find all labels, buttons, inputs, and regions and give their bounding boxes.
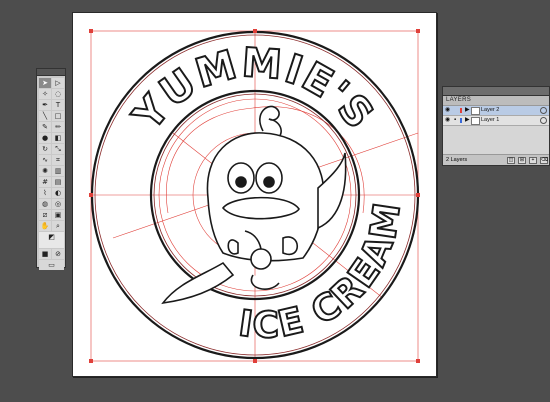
delete-layer-icon[interactable]: ⌫ bbox=[540, 157, 548, 164]
logo-artwork[interactable]: YUMMIE'S ICE CREAM bbox=[73, 13, 436, 376]
type-tool-icon[interactable]: T bbox=[52, 100, 64, 110]
expand-triangle-icon[interactable]: ▶ bbox=[465, 106, 470, 115]
color-mode-icon[interactable]: ■ bbox=[39, 249, 51, 259]
rotate-tool-icon[interactable]: ↻ bbox=[39, 144, 51, 154]
symbol-sprayer-tool-icon[interactable]: ✺ bbox=[39, 166, 51, 176]
visibility-eye-icon[interactable]: ◉ bbox=[445, 116, 453, 125]
live-paint-selection-tool-icon[interactable]: ◎ bbox=[52, 199, 64, 209]
graph-tool-icon[interactable]: ▥ bbox=[52, 166, 64, 176]
pencil-tool-icon[interactable]: ✏ bbox=[52, 122, 64, 132]
layer-name[interactable]: Layer 2 bbox=[481, 106, 499, 115]
fill-stroke-swatch-icon[interactable]: ◩ bbox=[39, 232, 64, 248]
new-layer-icon[interactable]: + bbox=[529, 157, 537, 164]
gradient-tool-icon[interactable]: ▤ bbox=[52, 177, 64, 187]
mesh-tool-icon[interactable]: # bbox=[39, 177, 51, 187]
magic-wand-tool-icon[interactable]: ✧ bbox=[39, 89, 51, 99]
layer-thumbnail bbox=[471, 107, 480, 115]
layer-target-icon[interactable] bbox=[540, 117, 547, 124]
zoom-tool-icon[interactable]: ⌕ bbox=[52, 221, 64, 231]
selection-tool-icon[interactable]: ➤ bbox=[39, 78, 51, 88]
line-tool-icon[interactable]: ╲ bbox=[39, 111, 51, 121]
eraser-tool-icon[interactable]: ◧ bbox=[52, 133, 64, 143]
artboard[interactable]: YUMMIE'S ICE CREAM bbox=[72, 12, 437, 377]
visibility-eye-icon[interactable]: ◉ bbox=[445, 106, 453, 115]
rectangle-tool-icon[interactable]: □ bbox=[52, 111, 64, 121]
blob-brush-tool-icon[interactable]: ● bbox=[39, 133, 51, 143]
paintbrush-tool-icon[interactable]: ✎ bbox=[39, 122, 51, 132]
new-sublayer-icon[interactable]: ⊞ bbox=[518, 157, 526, 164]
make-clipping-mask-icon[interactable]: ◫ bbox=[507, 157, 515, 164]
slice-tool-icon[interactable]: ⧄ bbox=[39, 210, 51, 220]
lasso-tool-icon[interactable]: ◌ bbox=[52, 89, 64, 99]
layer-count: 2 Layers bbox=[446, 157, 468, 163]
layers-tab[interactable]: LAYERS bbox=[443, 96, 549, 106]
logo-top-text: YUMMIE'S bbox=[124, 40, 383, 140]
layer-row-layer-1[interactable]: ◉ ▪ ▶ Layer 1 bbox=[443, 116, 549, 126]
layers-panel-footer: 2 Layers ◫ ⊞ + ⌫ bbox=[443, 154, 549, 165]
layer-color-swatch bbox=[460, 118, 462, 123]
layers-panel-titlebar[interactable] bbox=[443, 87, 549, 96]
layer-row-layer-2[interactable]: ◉ ▶ Layer 2 bbox=[443, 106, 549, 116]
scale-tool-icon[interactable]: ⤡ bbox=[52, 144, 64, 154]
screen-mode-icon[interactable]: ▭ bbox=[39, 260, 64, 270]
tools-panel: ➤ ▷ ✧ ◌ ✒ T ╲ □ ✎ ✏ ● ◧ ↻ ⤡ ∿ ⌗ ✺ ▥ # ▤ … bbox=[36, 68, 66, 270]
direct-selection-tool-icon[interactable]: ▷ bbox=[52, 78, 64, 88]
warp-tool-icon[interactable]: ∿ bbox=[39, 155, 51, 165]
layer-color-swatch bbox=[460, 108, 462, 113]
eyedropper-tool-icon[interactable]: ⌇ bbox=[39, 188, 51, 198]
layer-target-icon[interactable] bbox=[540, 107, 547, 114]
layer-thumbnail bbox=[471, 117, 480, 125]
artboard-tool-icon[interactable]: ▣ bbox=[52, 210, 64, 220]
blend-tool-icon[interactable]: ◐ bbox=[52, 188, 64, 198]
layer-name[interactable]: Layer 1 bbox=[481, 116, 499, 125]
live-paint-tool-icon[interactable]: ◍ bbox=[39, 199, 51, 209]
free-transform-tool-icon[interactable]: ⌗ bbox=[52, 155, 64, 165]
layers-panel: LAYERS ◉ ▶ Layer 2 ◉ ▪ ▶ Layer 1 2 Layer… bbox=[442, 86, 550, 166]
pen-tool-icon[interactable]: ✒ bbox=[39, 100, 51, 110]
hand-tool-icon[interactable]: ✋ bbox=[39, 221, 51, 231]
tools-panel-grip[interactable] bbox=[37, 69, 65, 76]
none-mode-icon[interactable]: ⊘ bbox=[52, 249, 64, 259]
expand-triangle-icon[interactable]: ▶ bbox=[465, 116, 470, 125]
